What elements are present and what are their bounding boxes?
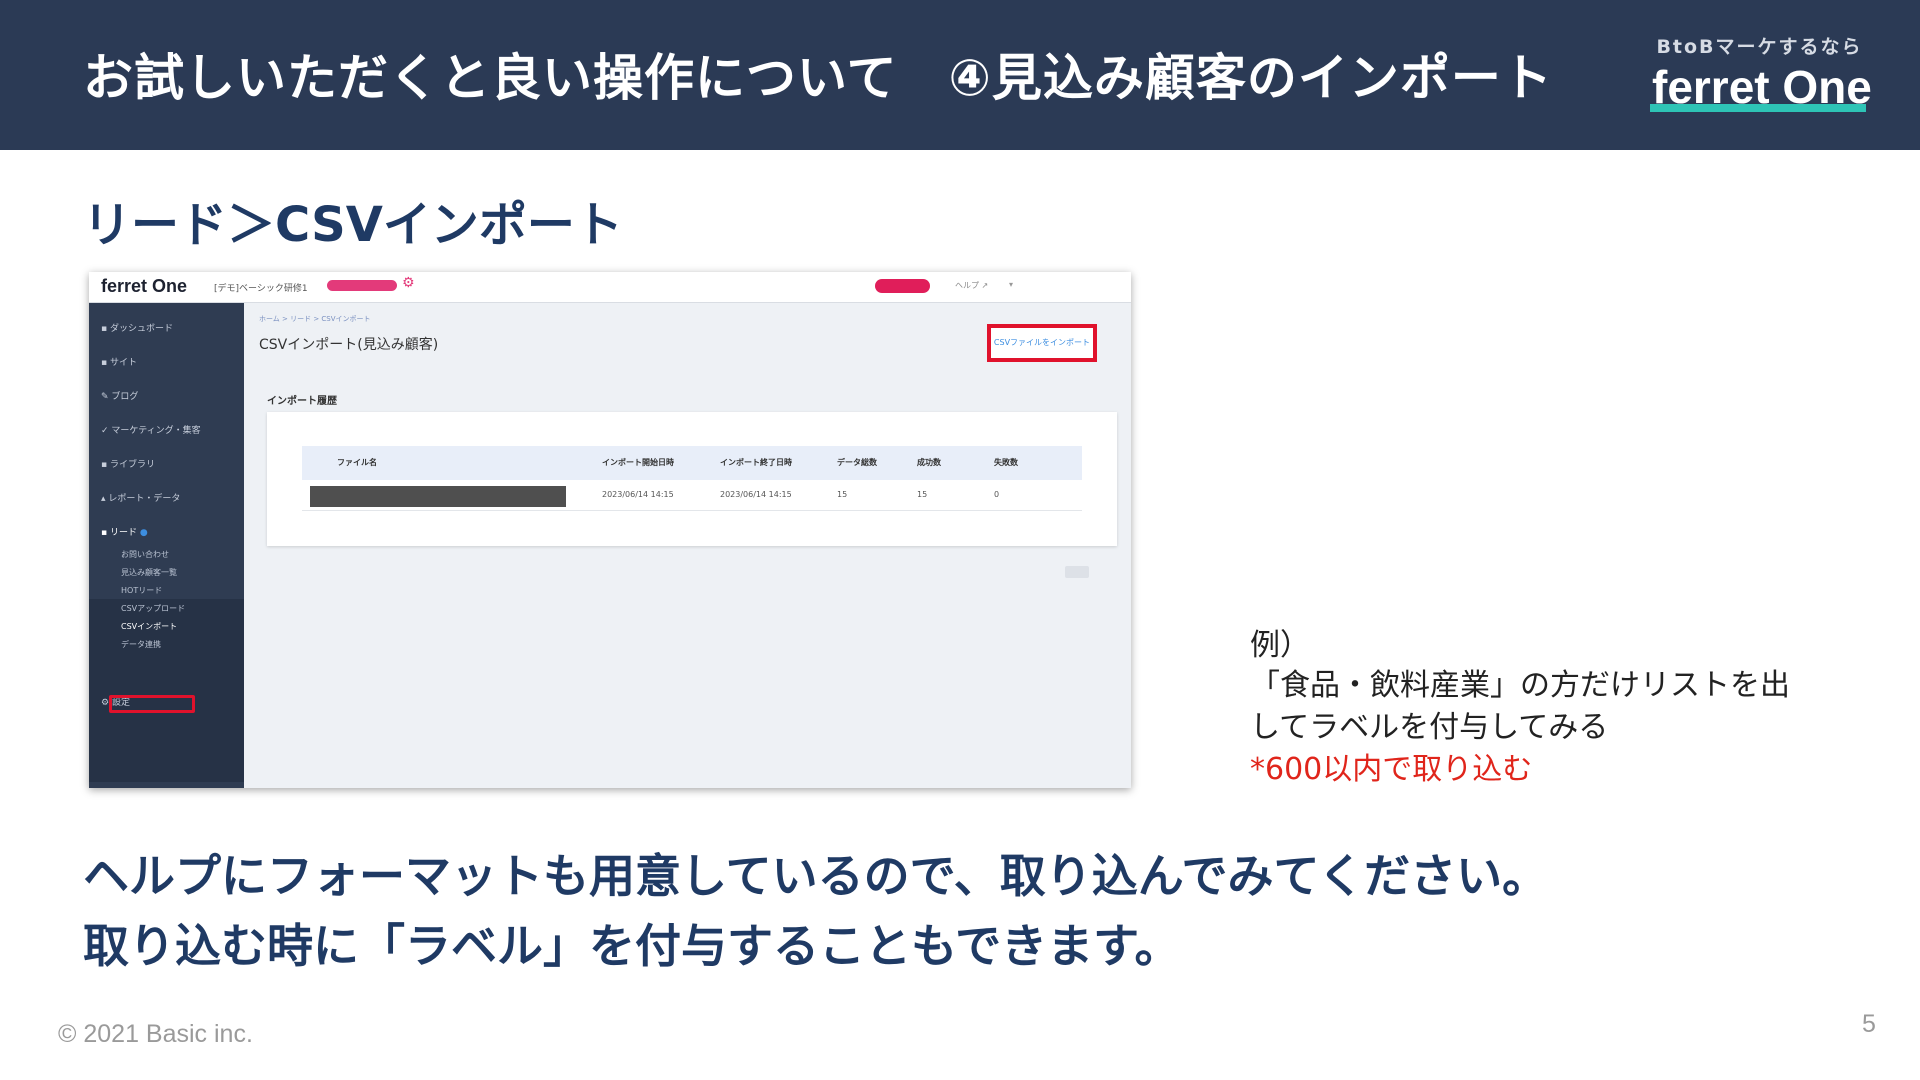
pagination[interactable] [1065, 566, 1089, 578]
redacted-filename [310, 486, 566, 507]
column-header: インポート開始日時 [602, 458, 674, 467]
grid-icon: ▪ [101, 358, 110, 368]
folder-icon: ▪ [101, 460, 110, 470]
gear-icon[interactable]: ⚙ [402, 275, 415, 291]
logo-tagline: BtoBマーケするなら [1656, 36, 1863, 58]
lead-submenu-item[interactable]: CSVアップロード [121, 603, 185, 614]
app-site-name[interactable]: [デモ]ベーシック研修1 [214, 281, 308, 294]
sidebar-item-blog[interactable]: ✎ ブログ [101, 389, 138, 402]
app-topbar: ferret One [デモ]ベーシック研修1 ⚙ ヘルプ ↗ ▾ [89, 272, 1131, 303]
table-cell: 15 [917, 490, 928, 499]
lead-submenu-item[interactable]: お問い合わせ [121, 549, 169, 560]
sidebar-item-site[interactable]: ▪ サイト [101, 355, 137, 368]
sidebar-item-lead[interactable]: ▪ リード ● [101, 525, 148, 538]
message-line-2: 取り込む時に「ラベル」を付与することもできます。 [83, 919, 1181, 973]
column-header: ファイル名 [337, 458, 377, 467]
page-number: 5 [1862, 1010, 1876, 1038]
chart-icon: ✓ [101, 426, 112, 436]
example-label: 例） [1250, 628, 1310, 663]
csv-import-button[interactable]: CSVファイルをインポート [987, 324, 1097, 362]
sidebar-item-report[interactable]: ▴ レポート・データ [101, 491, 180, 504]
help-link[interactable]: ヘルプ ↗ [955, 280, 988, 291]
example-note: *600以内で取り込む [1250, 752, 1533, 787]
lead-submenu-item[interactable]: 見込み顧客一覧 [121, 567, 177, 578]
example-line-1: 「食品・飲料産業」の方だけリストを出 [1250, 668, 1790, 703]
sidebar-item-library[interactable]: ▪ ライブラリ [101, 457, 155, 470]
app-sidebar: ▪ ダッシュボード ▪ サイト ✎ ブログ ✓ マーケティング・集客 ▪ ライブ… [89, 303, 244, 788]
message-line-1: ヘルプにフォーマットも用意しているので、取り込んでみてください。 [83, 849, 1549, 903]
plan-badge [327, 280, 397, 291]
column-header: インポート終了日時 [720, 458, 792, 467]
logo-underline [1650, 104, 1866, 112]
example-line-2: してラベルを付与してみる [1250, 710, 1609, 745]
info-icon: ● [139, 528, 148, 538]
pen-icon: ✎ [101, 392, 112, 402]
app-logo: ferret One [101, 276, 188, 296]
lead-submenu-item[interactable]: データ連携 [121, 639, 161, 650]
table-cell: 2023/06/14 14:15 [720, 490, 792, 499]
copyright: © 2021 Basic inc. [58, 1020, 253, 1048]
table-cell: 15 [837, 490, 848, 499]
table-cell: 0 [994, 490, 1000, 499]
slide-header: お試しいただくと良い操作について ④見込み顧客のインポート BtoBマーケするな… [0, 0, 1920, 150]
lead-submenu-item[interactable]: HOTリード [121, 585, 162, 596]
sidebar-item-dashboard[interactable]: ▪ ダッシュボード [101, 321, 173, 334]
csv-import-highlight [109, 695, 195, 713]
column-header: データ総数 [837, 458, 877, 467]
trial-badge[interactable] [875, 279, 930, 293]
sidebar-item-marketing[interactable]: ✓ マーケティング・集客 [101, 423, 201, 436]
column-header: 失敗数 [994, 458, 1018, 467]
page-title: CSVインポート(見込み顧客) [259, 337, 439, 353]
user-icon: ▪ [101, 528, 110, 538]
lead-submenu-csv-import[interactable]: CSVインポート [121, 621, 177, 632]
column-header: 成功数 [917, 458, 941, 467]
table-header: ファイル名 インポート開始日時 インポート終了日時 データ総数 成功数 失敗数 [302, 446, 1082, 480]
slide-title: お試しいただくと良い操作について ④見込み顧客のインポート [83, 49, 1553, 107]
app-screenshot: ferret One [デモ]ベーシック研修1 ⚙ ヘルプ ↗ ▾ ▪ ダッシュ… [89, 272, 1131, 788]
import-history-card: ファイル名 インポート開始日時 インポート終了日時 データ総数 成功数 失敗数 … [267, 412, 1117, 546]
user-menu[interactable]: ▾ [1009, 280, 1013, 289]
home-icon: ▪ [101, 324, 110, 334]
section-title: リード＞CSVインポート [83, 197, 623, 253]
breadcrumb[interactable]: ホーム > リード > CSVインポート [259, 314, 371, 324]
import-history-label: インポート履歴 [267, 396, 337, 407]
table-cell: 2023/06/14 14:15 [602, 490, 674, 499]
table-row: 2023/06/14 14:15 2023/06/14 14:15 15 15 … [302, 480, 1082, 511]
